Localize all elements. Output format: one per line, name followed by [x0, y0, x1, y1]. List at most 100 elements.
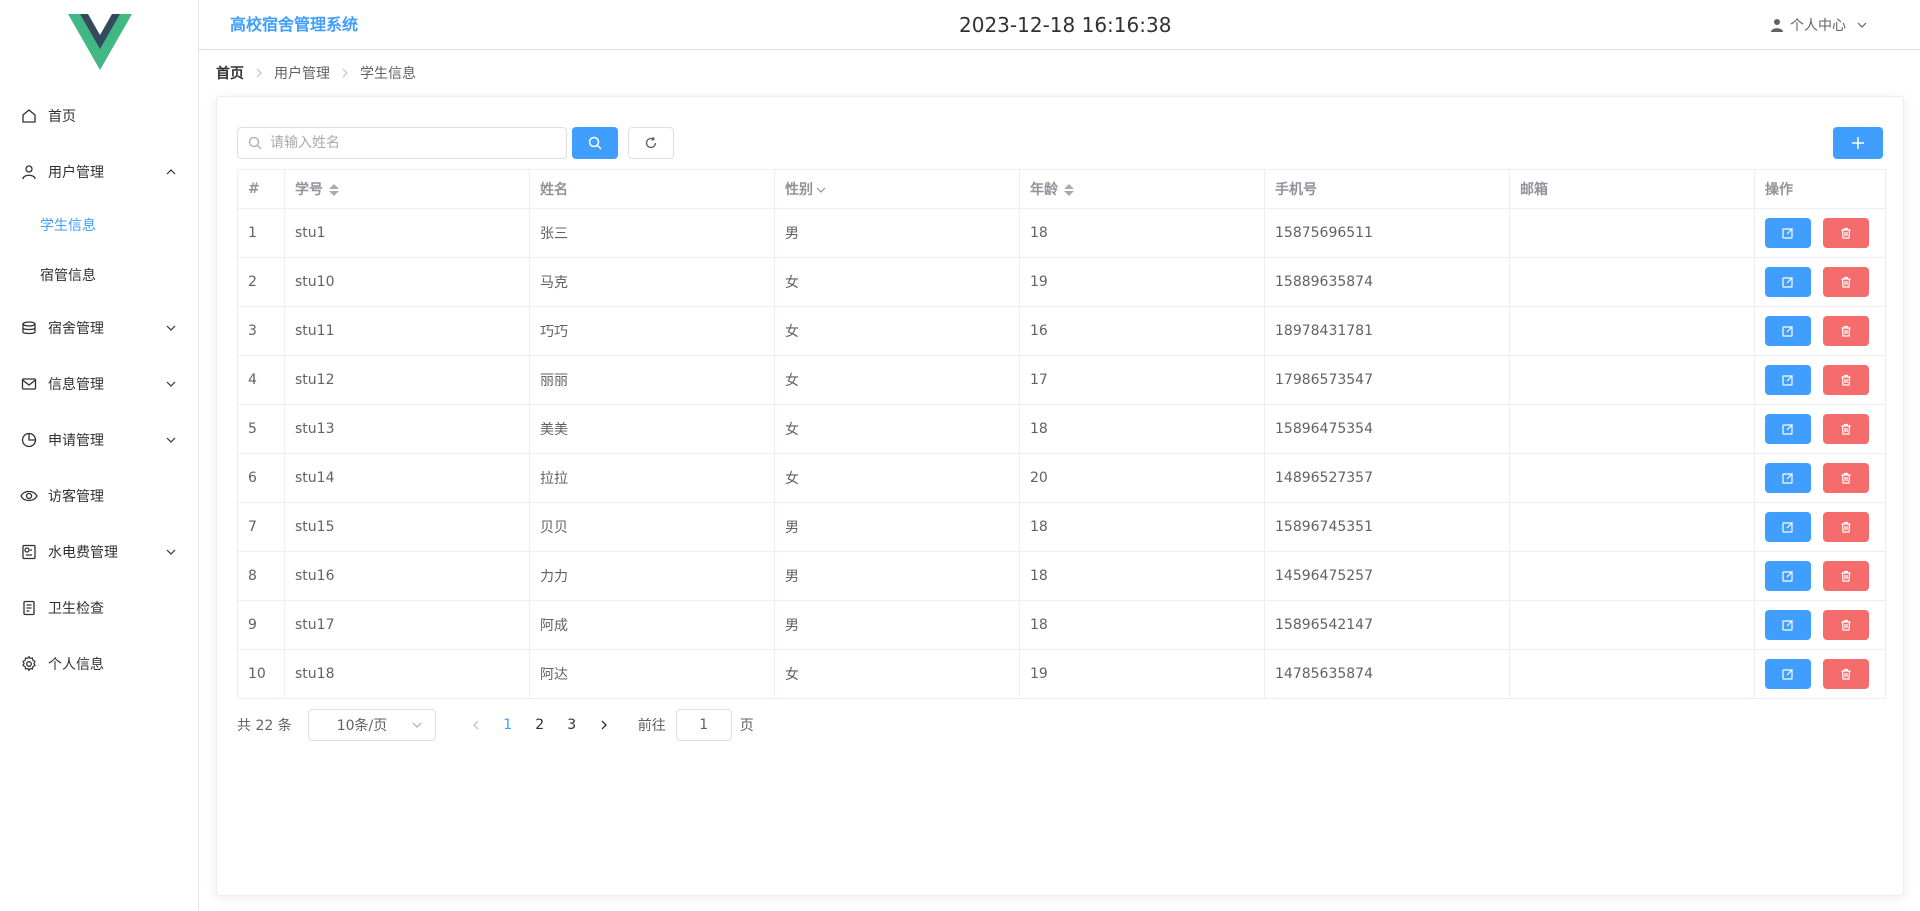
table-row: 2 stu10 马克女 19 15889635874: [237, 257, 1886, 307]
user-icon: [1771, 19, 1783, 32]
sidebar-item-hygiene-check[interactable]: 卫生检查: [0, 580, 199, 636]
student-table: # 学号 姓名 性别 年龄 手机号 邮箱 操作 1 stu1 张三男 18 158756…: [237, 169, 1886, 699]
cell-age: 18: [1019, 551, 1265, 601]
delete-button[interactable]: [1823, 218, 1869, 248]
edit-button[interactable]: [1765, 463, 1811, 493]
cell-email: [1509, 551, 1755, 601]
cell-phone: 14596475257: [1264, 551, 1510, 601]
edit-icon: [1782, 473, 1793, 484]
user-center-dropdown[interactable]: 个人中心: [1770, 0, 1868, 50]
chevron-down-icon: [166, 549, 176, 555]
cell-age: 19: [1019, 649, 1265, 699]
chevron-down-icon: [412, 722, 422, 728]
cell-actions: [1754, 257, 1886, 307]
cell-actions: [1754, 306, 1886, 356]
edit-button[interactable]: [1765, 218, 1811, 248]
sort-icon[interactable]: [329, 183, 339, 197]
page-button-1[interactable]: 1: [492, 709, 524, 741]
reset-button[interactable]: [628, 127, 674, 159]
filter-chevron-icon[interactable]: [815, 184, 827, 196]
column-header-student-id[interactable]: 学号: [284, 169, 530, 209]
search-box: [237, 127, 567, 159]
trash-icon: [1841, 619, 1851, 631]
cell-email: [1509, 453, 1755, 503]
column-header-gender[interactable]: 性别: [774, 169, 1020, 209]
goto-page-input[interactable]: [675, 709, 732, 741]
edit-icon: [1782, 375, 1793, 386]
pie-chart-icon: [20, 431, 38, 449]
breadcrumb-home[interactable]: 首页: [216, 63, 244, 83]
edit-icon: [1782, 326, 1793, 337]
sidebar-item-label: 信息管理: [48, 377, 104, 393]
delete-button[interactable]: [1823, 463, 1869, 493]
sidebar-item-utility-fee-management[interactable]: 水电费管理: [0, 524, 199, 580]
cell-student-id: stu1: [284, 208, 530, 258]
column-header-age[interactable]: 年龄: [1019, 169, 1265, 209]
sidebar-item-label: 首页: [48, 109, 76, 125]
edit-button[interactable]: [1765, 561, 1811, 591]
delete-button[interactable]: [1823, 512, 1869, 542]
delete-button[interactable]: [1823, 267, 1869, 297]
edit-button[interactable]: [1765, 316, 1811, 346]
cell-gender: 女: [774, 257, 1020, 307]
delete-button[interactable]: [1823, 561, 1869, 591]
edit-button[interactable]: [1765, 365, 1811, 395]
edit-button[interactable]: [1765, 610, 1811, 640]
sidebar-item-user-management[interactable]: 用户管理: [0, 144, 199, 200]
cell-actions: [1754, 600, 1886, 650]
cell-gender: 女: [774, 404, 1020, 454]
delete-button[interactable]: [1823, 610, 1869, 640]
chevron-right-icon: [254, 68, 264, 78]
total-count: 共 22 条: [237, 718, 292, 734]
sidebar-item-personal-info[interactable]: 个人信息: [0, 636, 199, 692]
sidebar-subitem-student-info[interactable]: 学生信息: [0, 200, 199, 250]
edit-icon: [1782, 620, 1793, 631]
delete-button[interactable]: [1823, 316, 1869, 346]
search-input[interactable]: [270, 128, 560, 158]
cell-phone: 15896475354: [1264, 404, 1510, 454]
edit-button[interactable]: [1765, 267, 1811, 297]
edit-button[interactable]: [1765, 414, 1811, 444]
sidebar-item-application-management[interactable]: 申请管理: [0, 412, 199, 468]
sidebar-subitem-dorm-manager-info[interactable]: 宿管信息: [0, 250, 199, 300]
goto-label: 前往: [637, 718, 666, 734]
add-student-button[interactable]: [1833, 127, 1883, 159]
page-size-select[interactable]: 10条/页: [307, 709, 436, 741]
edit-button[interactable]: [1765, 512, 1811, 542]
cell-name: 马克: [529, 257, 775, 307]
cell-actions: [1754, 551, 1886, 601]
column-header-index: #: [237, 169, 285, 209]
plus-icon: [1852, 137, 1864, 149]
cell-phone: 15896745351: [1264, 502, 1510, 552]
table-row: 10 stu18 阿达女 19 14785635874: [237, 649, 1886, 699]
chevron-down-icon: [1857, 22, 1867, 28]
table-row: 6 stu14 拉拉女 20 14896527357: [237, 453, 1886, 503]
cell-gender: 女: [774, 453, 1020, 503]
page-button-2[interactable]: 2: [524, 709, 556, 741]
sidebar-item-label: 个人信息: [48, 657, 104, 673]
prev-page-button[interactable]: [460, 709, 492, 741]
search-button[interactable]: [572, 127, 618, 159]
sidebar-item-dorm-management[interactable]: 宿舍管理: [0, 300, 199, 356]
cell-actions: [1754, 649, 1886, 699]
delete-button[interactable]: [1823, 414, 1869, 444]
home-icon: [20, 107, 38, 125]
edit-button[interactable]: [1765, 659, 1811, 689]
refresh-icon: [645, 136, 657, 149]
cell-index: 8: [237, 551, 285, 601]
next-page-button[interactable]: [588, 709, 620, 741]
sort-icon[interactable]: [1064, 183, 1074, 197]
cell-actions: [1754, 208, 1886, 258]
page-button-3[interactable]: 3: [556, 709, 588, 741]
cell-index: 3: [237, 306, 285, 356]
trash-icon: [1841, 276, 1851, 288]
delete-button[interactable]: [1823, 365, 1869, 395]
delete-button[interactable]: [1823, 659, 1869, 689]
sidebar-item-home[interactable]: 首页: [0, 88, 199, 144]
breadcrumb: 首页 用户管理 学生信息: [216, 62, 416, 84]
sidebar-item-visitor-management[interactable]: 访客管理: [0, 468, 199, 524]
chevron-up-icon: [166, 169, 176, 175]
sidebar-item-info-management[interactable]: 信息管理: [0, 356, 199, 412]
cell-phone: 15889635874: [1264, 257, 1510, 307]
edit-icon: [1782, 228, 1793, 239]
